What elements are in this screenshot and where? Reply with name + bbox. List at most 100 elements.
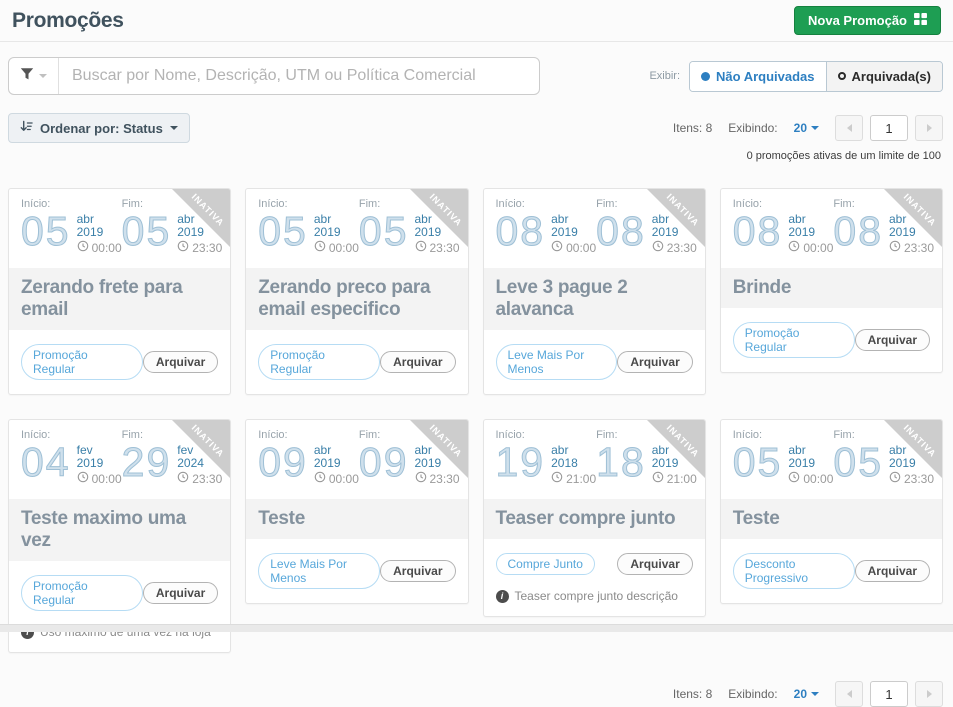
start-day: 08 xyxy=(732,208,783,254)
promo-card: INATIVA Início: 09 abr 2019 00:00 Fim: 0… xyxy=(245,419,469,604)
toggle-archived[interactable]: Arquivada(s) xyxy=(825,61,942,91)
start-date: Início: 08 abr 2019 00:00 xyxy=(732,198,834,255)
page-number-input[interactable] xyxy=(870,681,908,707)
prev-page-button[interactable] xyxy=(835,681,863,707)
start-year: 2019 xyxy=(313,225,341,239)
search-input[interactable] xyxy=(59,58,539,94)
promo-card: INATIVA Início: 19 abr 2018 21:00 Fim: 1… xyxy=(482,419,706,617)
promo-type-tag[interactable]: Desconto Progressivo xyxy=(732,553,855,589)
page-size-dropdown[interactable]: 20 xyxy=(794,121,819,135)
clock-icon xyxy=(551,471,563,486)
radio-unselected-icon xyxy=(837,72,846,80)
promo-type-tag[interactable]: Compre Junto xyxy=(495,553,595,575)
filter-row: Exibir: Não Arquivadas Arquivada(s) xyxy=(0,42,953,95)
exibir-group: Exibir: Não Arquivadas Arquivada(s) xyxy=(649,60,943,92)
clock-icon xyxy=(652,240,664,255)
promo-type-tag[interactable]: Leve Mais Por Menos xyxy=(495,344,618,380)
topbar: Promoções Nova Promoção xyxy=(0,0,953,42)
archive-button[interactable]: Arquivar xyxy=(142,351,219,373)
start-year: 2019 xyxy=(76,456,104,470)
arrow-right-icon xyxy=(926,690,932,698)
archive-button[interactable]: Arquivar xyxy=(380,560,456,582)
promo-title: Teste xyxy=(246,499,468,539)
card-dates: Início: 08 abr 2019 00:00 Fim: 08 abr 20… xyxy=(484,189,705,268)
next-page-button[interactable] xyxy=(915,115,943,141)
page-number-input[interactable] xyxy=(870,115,908,141)
sort-label: Ordenar por: Status xyxy=(40,120,163,136)
start-time: 00:00 xyxy=(803,240,834,255)
end-date: Fim: 18 abr 2019 21:00 xyxy=(596,429,697,486)
end-time: 23:30 xyxy=(904,240,935,255)
promo-card: INATIVA Início: 05 abr 2019 00:00 Fim: 0… xyxy=(245,188,469,395)
end-year: 2019 xyxy=(889,456,916,470)
clock-icon xyxy=(177,471,189,486)
archive-button[interactable]: Arquivar xyxy=(380,351,456,373)
prev-page-button[interactable] xyxy=(835,115,863,141)
next-page-button[interactable] xyxy=(915,681,943,707)
card-footer: Promoção Regular Arquivar xyxy=(721,308,942,372)
end-day: 05 xyxy=(121,208,172,254)
page-title: Promoções xyxy=(12,8,124,32)
card-footer: Promoção Regular Arquivar xyxy=(9,561,230,625)
page-size-value: 20 xyxy=(793,121,807,135)
search-filter-dropdown[interactable] xyxy=(9,58,59,94)
end-time: 23:30 xyxy=(192,240,223,255)
archive-button[interactable]: Arquivar xyxy=(142,582,219,604)
chevron-down-icon xyxy=(169,126,178,130)
end-year: 2019 xyxy=(414,456,442,470)
archive-button[interactable]: Arquivar xyxy=(617,351,693,373)
start-year: 2019 xyxy=(551,225,578,239)
end-day: 09 xyxy=(358,439,409,485)
promo-type-tag[interactable]: Promoção Regular xyxy=(258,344,381,380)
card-dates: Início: 08 abr 2019 00:00 Fim: 08 abr 20… xyxy=(721,189,942,268)
clock-icon xyxy=(177,240,189,255)
end-day: 05 xyxy=(358,208,409,254)
start-time: 21:00 xyxy=(566,471,597,486)
clock-icon xyxy=(314,240,326,255)
page-size-value: 20 xyxy=(793,687,807,701)
start-year: 2019 xyxy=(788,456,816,470)
clock-icon xyxy=(415,240,427,255)
promo-title: Leve 3 pague 2 alavanca xyxy=(483,268,705,330)
end-time: 21:00 xyxy=(666,471,697,486)
end-day: 18 xyxy=(596,439,646,485)
exibindo-label: Exibindo: xyxy=(728,121,778,135)
promo-description: Teaser compre junto descrição xyxy=(484,589,705,616)
sort-icon xyxy=(20,120,33,136)
end-day: 05 xyxy=(833,439,883,485)
promo-type-tag[interactable]: Promoção Regular xyxy=(732,322,855,358)
pager xyxy=(835,115,943,141)
start-day: 04 xyxy=(21,439,71,485)
archive-button[interactable]: Arquivar xyxy=(854,329,930,351)
toolbar-row: Ordenar por: Status Itens: 8 Exibindo: 2… xyxy=(0,95,953,143)
bottom-strip xyxy=(0,624,953,632)
promo-type-tag[interactable]: Promoção Regular xyxy=(21,344,143,380)
start-date: Início: 05 abr 2019 00:00 xyxy=(21,198,122,255)
archive-button[interactable]: Arquivar xyxy=(617,553,693,575)
start-date: Início: 05 abr 2019 00:00 xyxy=(732,429,833,486)
clock-icon xyxy=(788,240,800,255)
clock-icon xyxy=(77,240,89,255)
start-year: 2019 xyxy=(76,225,104,239)
page-size-dropdown[interactable]: 20 xyxy=(794,687,819,701)
archive-button[interactable]: Arquivar xyxy=(854,560,930,582)
start-day: 05 xyxy=(258,208,308,254)
new-promotion-button[interactable]: Nova Promoção xyxy=(794,6,941,35)
start-day: 09 xyxy=(258,439,308,485)
promo-type-tag[interactable]: Leve Mais Por Menos xyxy=(258,553,381,589)
end-date: Fim: 08 abr 2019 23:30 xyxy=(833,198,934,255)
toggle-not-archived[interactable]: Não Arquivadas xyxy=(690,61,826,91)
start-time: 00:00 xyxy=(328,471,359,486)
end-date: Fim: 05 abr 2019 23:30 xyxy=(121,198,223,255)
clock-icon xyxy=(551,240,563,255)
start-year: 2018 xyxy=(551,456,578,470)
promo-card: INATIVA Início: 05 abr 2019 00:00 Fim: 0… xyxy=(719,419,943,604)
end-time: 23:30 xyxy=(429,471,460,486)
promo-type-tag[interactable]: Promoção Regular xyxy=(21,575,143,611)
sort-by-button[interactable]: Ordenar por: Status xyxy=(8,113,190,143)
start-date: Início: 09 abr 2019 00:00 xyxy=(258,429,359,486)
card-footer: Compre Junto Arquivar xyxy=(484,539,705,589)
promo-title: Teaser compre junto xyxy=(483,499,705,539)
clock-icon xyxy=(788,471,800,486)
info-icon xyxy=(495,589,509,603)
